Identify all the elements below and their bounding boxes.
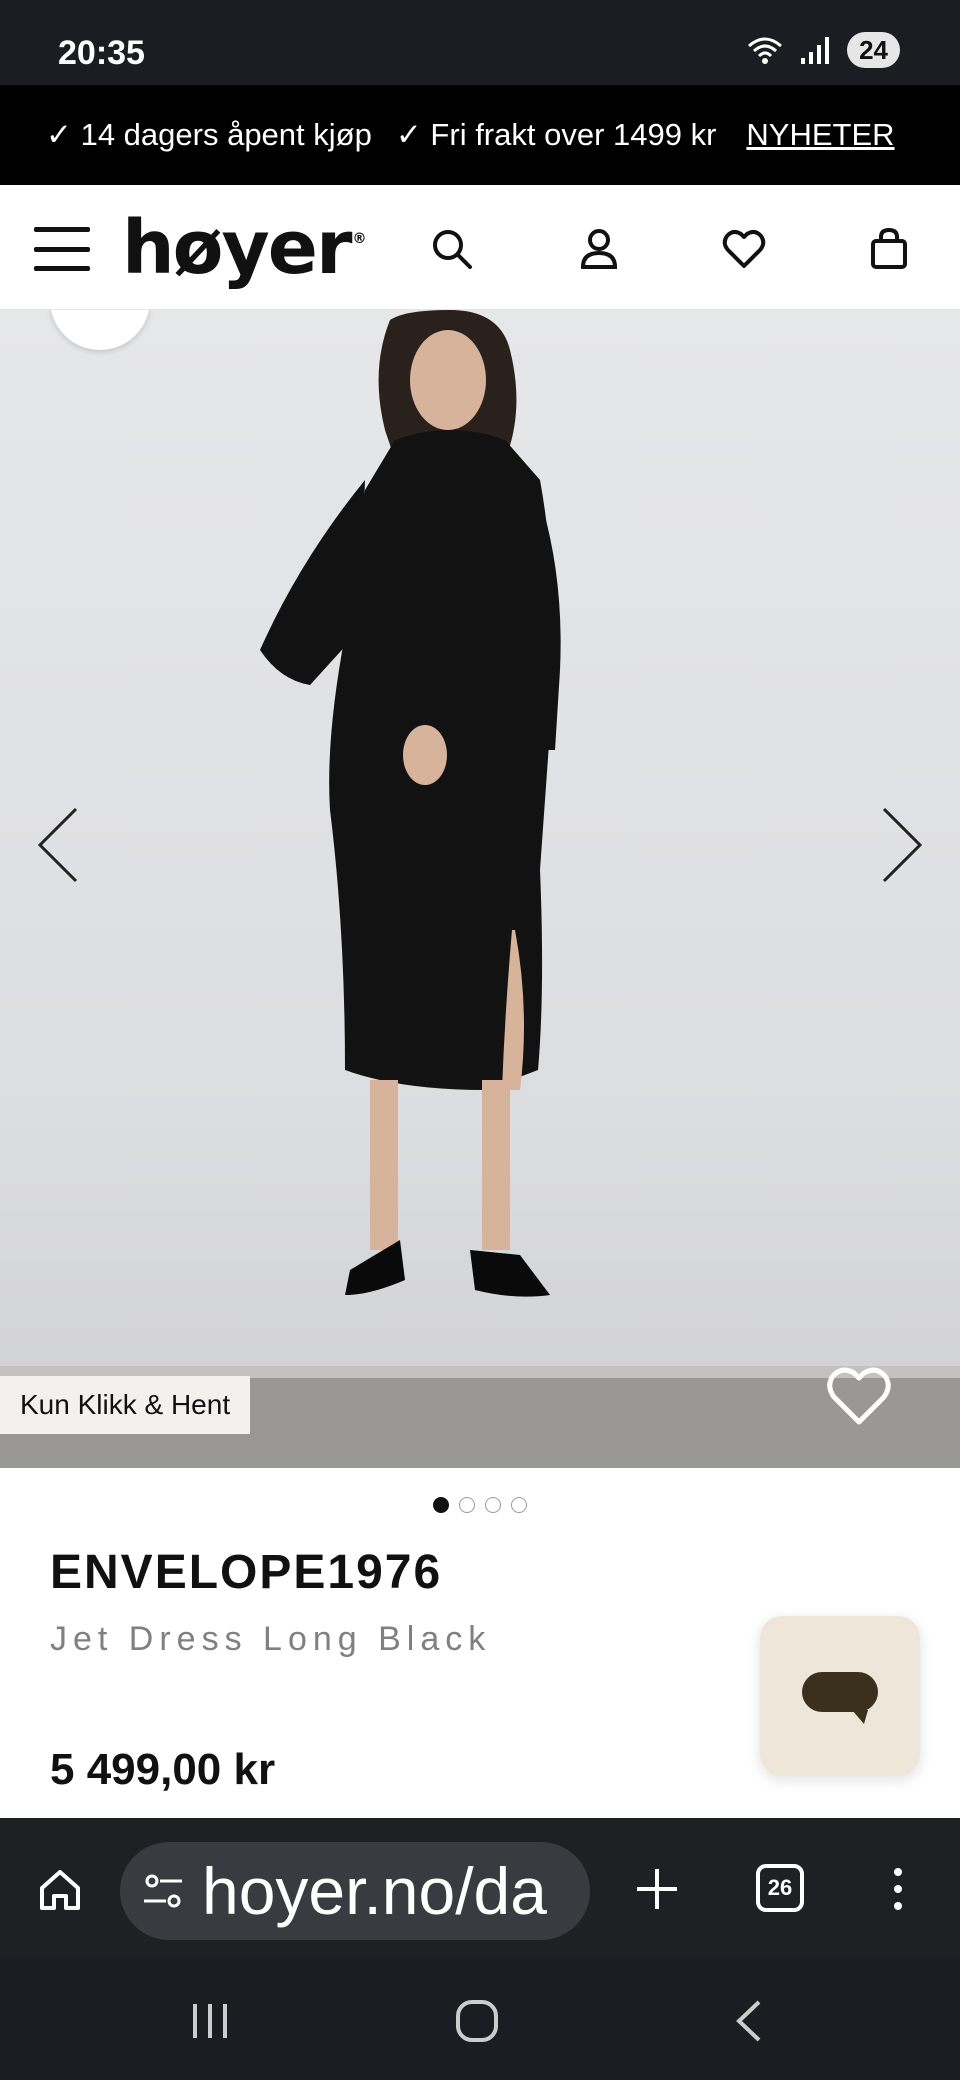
status-bar: 20:35 24 <box>0 0 960 85</box>
news-link[interactable]: NYHETER <box>746 117 894 153</box>
url-text: hoyer.no/da <box>202 1854 547 1928</box>
free-shipping-message: ✓ Fri frakt over 1499 kr <box>395 117 717 152</box>
browser-toolbar: hoyer.no/da 26 <box>0 1818 960 1958</box>
carousel-dot-3[interactable] <box>485 1497 501 1513</box>
site-logo[interactable]: høyer ® <box>122 205 366 291</box>
open-purchase-message: ✓ 14 dagers åpent kjøp <box>46 117 372 152</box>
menu-icon[interactable] <box>34 227 90 271</box>
heart-icon[interactable] <box>720 225 768 273</box>
site-header: høyer ® <box>0 185 960 310</box>
wifi-icon <box>748 37 783 64</box>
carousel-dot-2[interactable] <box>459 1497 475 1513</box>
carousel-dots <box>0 1497 960 1513</box>
status-time: 20:35 <box>58 34 145 72</box>
bag-icon[interactable] <box>865 225 913 273</box>
back-icon[interactable] <box>725 1996 775 2046</box>
product-image-carousel[interactable]: Kun Klikk & Hent <box>0 310 960 1468</box>
system-nav-bar <box>0 1958 960 2080</box>
carousel-dot-1[interactable] <box>433 1497 449 1513</box>
carousel-dot-4[interactable] <box>511 1497 527 1513</box>
product-name: Jet Dress Long Black <box>50 1620 492 1658</box>
product-photo <box>260 310 561 1297</box>
announcement-bar: ✓ 14 dagers åpent kjøp ✓ Fri frakt over … <box>0 85 960 185</box>
new-tab-icon[interactable] <box>632 1864 682 1914</box>
wishlist-heart-icon[interactable] <box>826 1366 892 1426</box>
tab-switcher-button[interactable]: 26 <box>756 1864 804 1912</box>
chevron-right-icon[interactable] <box>876 805 926 885</box>
signal-icon <box>801 37 830 64</box>
more-options-icon[interactable] <box>888 1864 908 1914</box>
account-icon[interactable] <box>575 225 623 273</box>
status-icons: 24 <box>745 32 900 68</box>
product-brand[interactable]: ENVELOPE1976 <box>50 1545 442 1600</box>
home-button-icon[interactable] <box>452 1996 502 2046</box>
back-to-top-button[interactable] <box>50 310 150 350</box>
search-icon[interactable] <box>428 225 476 273</box>
battery-indicator: 24 <box>847 32 900 68</box>
home-icon[interactable] <box>36 1866 84 1914</box>
product-price: 5 499,00 kr <box>50 1745 276 1794</box>
recent-apps-icon[interactable] <box>185 1996 235 2046</box>
chevron-left-icon[interactable] <box>34 805 84 885</box>
address-bar[interactable]: hoyer.no/da <box>120 1842 590 1940</box>
chat-button[interactable] <box>760 1616 920 1776</box>
click-collect-badge: Kun Klikk & Hent <box>0 1376 251 1434</box>
chat-icon <box>802 1672 878 1724</box>
site-settings-icon[interactable] <box>140 1868 186 1914</box>
